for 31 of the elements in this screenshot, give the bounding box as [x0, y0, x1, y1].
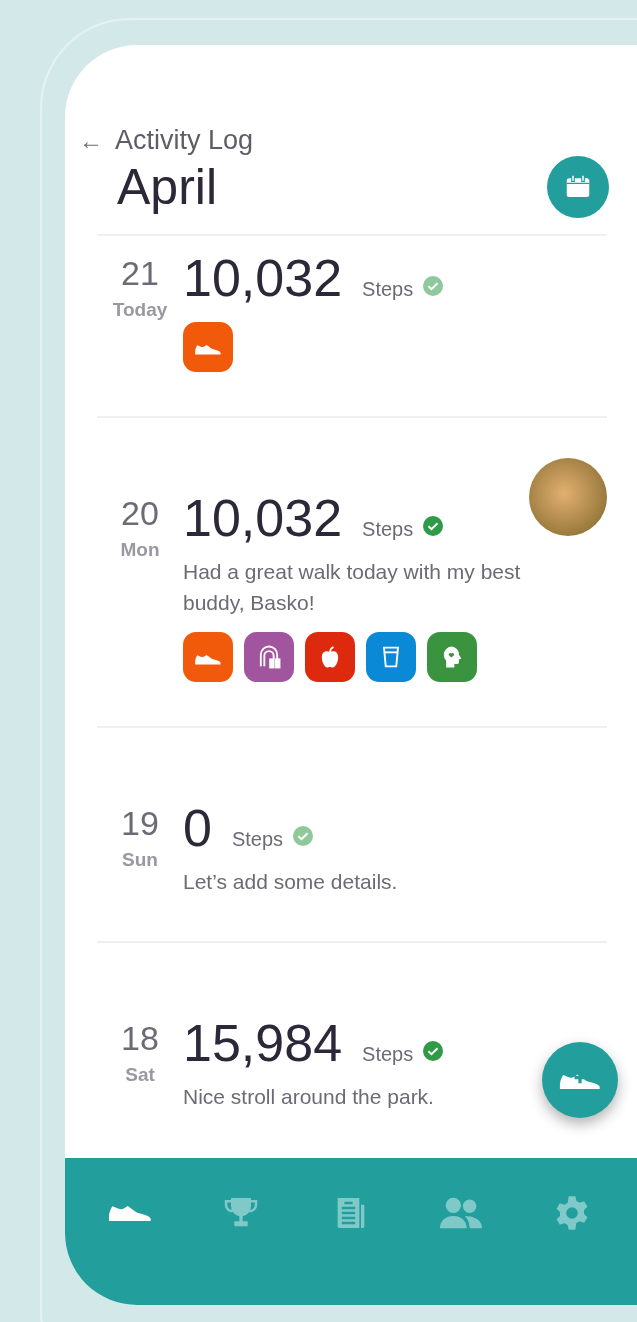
weekday-label: Sat [125, 1064, 155, 1086]
month-title: April [117, 158, 218, 216]
steps-label: Steps [362, 1043, 414, 1066]
day-number: 21 [121, 254, 159, 293]
shoe-plus-icon [559, 1071, 601, 1089]
entry-note: Had a great walk today with my best buddy, Basko! [183, 559, 522, 616]
activity-icon[interactable] [183, 632, 233, 682]
back-button[interactable]: ← [79, 126, 103, 155]
steps-label: Steps [362, 518, 414, 541]
activity-icon[interactable] [183, 322, 233, 372]
day-number: 18 [121, 1019, 159, 1058]
weekday-label: Today [112, 299, 168, 321]
activity-icon[interactable] [244, 632, 294, 682]
entry-note: Let’s add some details. [183, 869, 399, 895]
steps-label: Steps [362, 278, 414, 301]
weekday-label: Mon [120, 539, 160, 561]
steps-label: Steps [231, 828, 284, 851]
day-number: 19 [121, 804, 159, 843]
add-activity-button[interactable] [542, 1042, 618, 1118]
activity-icon[interactable] [366, 632, 416, 682]
step-count: 15,984 [183, 1013, 343, 1073]
day-number: 20 [121, 494, 159, 533]
step-count: 0 [183, 798, 212, 858]
screen-subtitle: Activity Log [115, 125, 254, 156]
shoe-icon [108, 1205, 153, 1221]
step-count: 10,032 [183, 488, 343, 548]
weekday-label: Sun [122, 849, 158, 871]
step-count: 10,032 [183, 248, 343, 308]
entry-note: Nice stroll around the park. [183, 1084, 435, 1110]
activity-icon[interactable] [305, 632, 355, 682]
activity-icon[interactable] [427, 632, 477, 682]
